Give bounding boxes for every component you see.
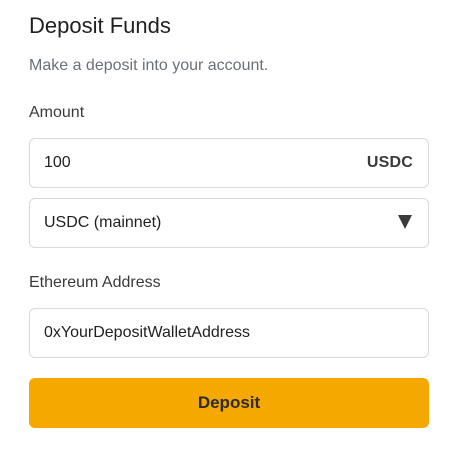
chevron-down-icon[interactable] [398, 215, 412, 229]
form-subtitle: Make a deposit into your account. [29, 57, 269, 74]
address-field[interactable]: 0xYourDepositWalletAddress [29, 308, 429, 358]
form-title: Deposit Funds [29, 13, 171, 38]
currency-suffix: USDC [366, 154, 413, 171]
address-label: Ethereum Address [29, 274, 161, 291]
amount-input[interactable]: 100 [44, 139, 71, 187]
amount-field[interactable]: 100 USDC [29, 138, 429, 188]
address-input[interactable]: 0xYourDepositWalletAddress [44, 309, 250, 357]
network-selected-value: USDC (mainnet) [44, 214, 162, 231]
amount-label: Amount [29, 104, 85, 121]
network-select[interactable]: USDC (mainnet) [29, 198, 429, 248]
deposit-button[interactable]: Deposit [29, 378, 429, 428]
